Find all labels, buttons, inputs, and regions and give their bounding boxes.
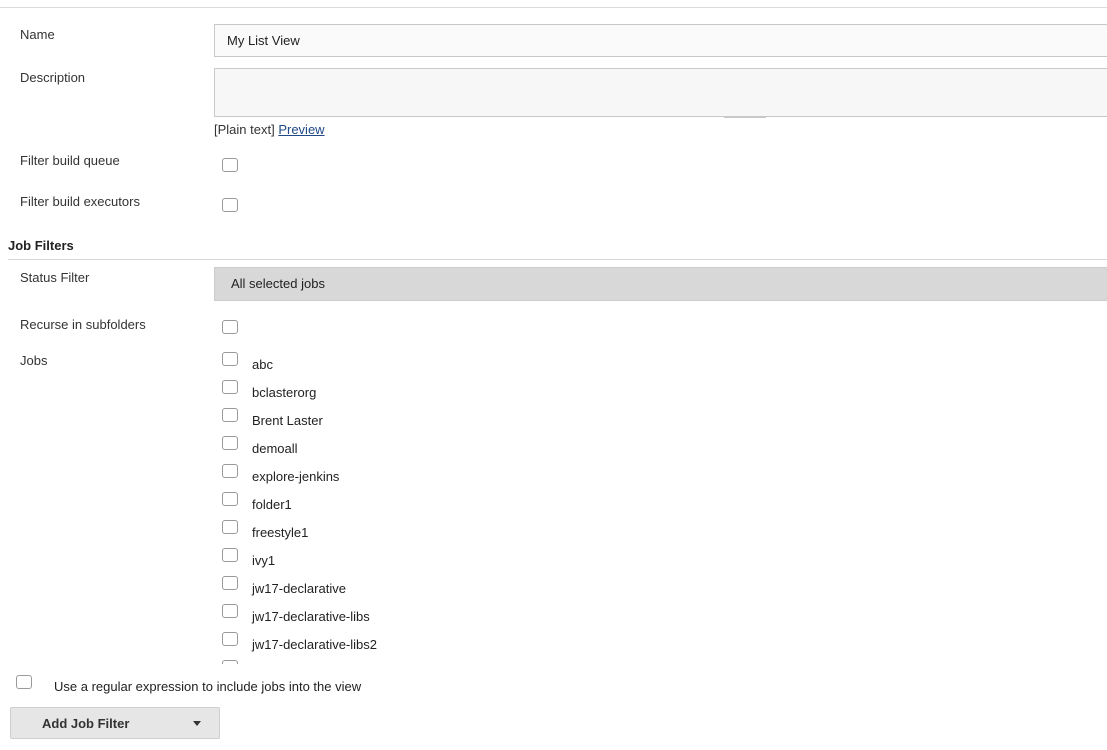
description-label: Description <box>20 70 86 85</box>
job-checkbox[interactable] <box>222 492 238 506</box>
description-textarea[interactable] <box>214 68 1107 117</box>
job-label: bclasterorg <box>252 385 317 400</box>
name-label: Name <box>20 27 55 42</box>
job-checkbox[interactable] <box>222 464 238 478</box>
top-divider <box>0 7 1107 8</box>
filter-build-executors-checkbox[interactable] <box>222 198 238 212</box>
job-checkbox[interactable] <box>222 632 238 646</box>
textarea-resize-grip[interactable] <box>724 116 766 118</box>
status-filter-select[interactable]: All selected jobs <box>214 267 1107 301</box>
job-item-explore-jenkins[interactable]: explore-jenkins <box>222 461 512 489</box>
recurse-subfolders-checkbox[interactable] <box>222 320 238 334</box>
name-input[interactable] <box>214 24 1107 57</box>
add-job-filter-label: Add Job Filter <box>42 716 130 731</box>
job-label: explore-jenkins <box>252 469 340 484</box>
filter-build-executors-label: Filter build executors <box>20 194 140 209</box>
job-checkbox[interactable] <box>222 548 238 562</box>
job-label: Brent Laster <box>252 413 323 428</box>
job-item-brent-laster[interactable]: Brent Laster <box>222 405 512 433</box>
job-label: jw17-declarative-libs <box>252 609 370 624</box>
job-label: demoall <box>252 441 298 456</box>
job-checkbox[interactable] <box>222 576 238 590</box>
plain-text-label: [Plain text] <box>214 122 275 137</box>
job-filters-header: Job Filters <box>8 238 74 253</box>
regex-checkbox[interactable] <box>16 675 32 689</box>
job-checkbox[interactable] <box>222 660 238 664</box>
filter-build-queue-checkbox[interactable] <box>222 158 238 172</box>
job-checkbox[interactable] <box>222 380 238 394</box>
job-label: ivy1 <box>252 553 276 568</box>
regex-label: Use a regular expression to include jobs… <box>54 679 362 694</box>
caret-down-icon <box>193 721 201 726</box>
job-label: jw17-declarative <box>252 581 346 596</box>
job-label: freestyle1 <box>252 525 309 540</box>
jobs-label: Jobs <box>20 353 48 368</box>
job-item-demoall[interactable]: demoall <box>222 433 512 461</box>
job-checkbox[interactable] <box>222 604 238 618</box>
job-item-freestyle1[interactable]: freestyle1 <box>222 517 512 545</box>
job-item-jw17-declarative[interactable]: jw17-declarative <box>222 573 512 601</box>
job-checkbox[interactable] <box>222 436 238 450</box>
job-item-ivy1[interactable]: ivy1 <box>222 545 512 573</box>
preview-link[interactable]: Preview <box>278 122 324 137</box>
job-item-partial[interactable] <box>222 657 512 664</box>
job-item-jw17-declarative-libs2[interactable]: jw17-declarative-libs2 <box>222 629 512 657</box>
filter-build-queue-label: Filter build queue <box>20 153 120 168</box>
add-job-filter-button[interactable]: Add Job Filter <box>10 707 220 739</box>
job-checkbox[interactable] <box>222 520 238 534</box>
job-item-abc[interactable]: abc <box>222 349 512 377</box>
job-checkbox[interactable] <box>222 352 238 366</box>
jobs-list[interactable]: abc bclasterorg Brent Laster demoall exp… <box>214 349 514 664</box>
job-label: jw17-declarative-libs2 <box>252 637 377 652</box>
recurse-subfolders-label: Recurse in subfolders <box>20 317 146 332</box>
job-item-folder1[interactable]: folder1 <box>222 489 512 517</box>
status-filter-label: Status Filter <box>20 270 90 285</box>
job-checkbox[interactable] <box>222 408 238 422</box>
job-label: folder1 <box>252 497 292 512</box>
description-format-row: [Plain text] Preview <box>214 122 325 137</box>
job-item-jw17-declarative-libs[interactable]: jw17-declarative-libs <box>222 601 512 629</box>
job-filters-divider <box>8 259 1107 260</box>
job-label: abc <box>252 357 273 372</box>
job-item-bclasterorg[interactable]: bclasterorg <box>222 377 512 405</box>
list-view-config-page: Name Description [Plain text] Preview Fi… <box>0 0 1107 750</box>
